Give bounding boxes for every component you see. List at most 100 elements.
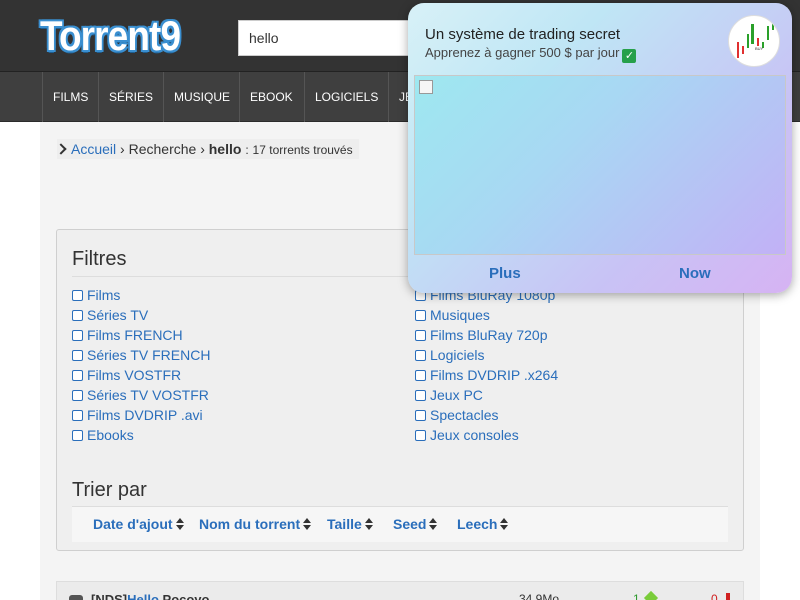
filter-option[interactable]: Films VOSTFR	[72, 366, 181, 384]
filter-option[interactable]: Jeux consoles	[415, 426, 519, 444]
filter-option[interactable]: Films DVDRIP .x264	[415, 366, 558, 384]
filter-option[interactable]: Spectacles	[415, 406, 498, 424]
sort-icon	[364, 518, 373, 530]
sort-label: Leech	[457, 516, 498, 532]
filter-label: Films VOSTFR	[87, 367, 182, 383]
checkbox-icon[interactable]	[415, 310, 426, 321]
breadcrumb-query: hello	[208, 141, 242, 157]
filter-label: Films DVDRIP .x264	[430, 367, 559, 383]
ad-now-button[interactable]: Now	[679, 265, 711, 282]
filter-option[interactable]: Films FRENCH	[72, 326, 183, 344]
filter-label: Musiques	[430, 307, 490, 323]
ad-popup[interactable]: Un système de trading secret Apprenez à …	[408, 3, 792, 293]
sort-bar: Date d'ajout Nom du torrent Taille Seed …	[72, 506, 728, 542]
ad-subtitle-text: Apprenez à gagner 500 $ par jour	[425, 45, 620, 60]
filter-option[interactable]: Logiciels	[415, 346, 484, 364]
filter-label: Logiciels	[430, 347, 485, 363]
sort-seed-button[interactable]: Seed	[393, 516, 438, 532]
breadcrumb-home-link[interactable]: Accueil	[71, 141, 116, 157]
breadcrumb-separator: ›	[120, 141, 125, 157]
checkbox-icon[interactable]	[72, 390, 83, 401]
filter-label: Films DVDRIP .avi	[87, 407, 203, 423]
seed-count: 1	[633, 592, 640, 600]
sort-icon	[500, 518, 509, 530]
filter-label: Séries TV	[87, 307, 149, 323]
chevron-right-icon	[55, 143, 67, 155]
site-logo[interactable]: Torrent9	[40, 12, 181, 60]
breadcrumb-current: Recherche	[128, 141, 197, 157]
torrent-size: 34.9Mo	[519, 592, 560, 600]
filter-label: Séries TV FRENCH	[87, 347, 211, 363]
torrent-prefix: [NDS]	[91, 592, 128, 600]
ad-thumbnail[interactable]: BUY	[728, 15, 780, 67]
checkbox-icon[interactable]	[72, 350, 83, 361]
sort-label: Seed	[393, 516, 427, 532]
checkbox-icon[interactable]	[72, 290, 83, 301]
filter-option[interactable]: Ebooks	[72, 426, 134, 444]
sort-leech-button[interactable]: Leech	[457, 516, 509, 532]
filter-label: Jeux PC	[430, 387, 483, 403]
nav-item-films[interactable]: FILMS	[42, 72, 98, 122]
trading-chart-icon: BUY	[737, 20, 774, 58]
filter-option[interactable]: Séries TV VOSTFR	[72, 386, 209, 404]
filter-label: Films BluRay 720p	[430, 327, 548, 343]
sort-icon	[175, 518, 184, 530]
checkbox-icon[interactable]	[72, 370, 83, 381]
sort-size-button[interactable]: Taille	[327, 516, 373, 532]
breadcrumb-separator: ›	[200, 141, 205, 157]
checkbox-icon[interactable]	[415, 430, 426, 441]
filter-label: Ebooks	[87, 427, 134, 443]
sort-date-button[interactable]: Date d'ajout	[93, 516, 184, 532]
filter-option[interactable]: Séries TV	[72, 306, 148, 324]
torrent-suffix: Pocoyo	[158, 592, 210, 600]
torrent-name-link[interactable]: [NDS]Hello Pocoyo	[91, 592, 209, 600]
filter-option[interactable]: Jeux PC	[415, 386, 483, 404]
filter-option[interactable]: Musiques	[415, 306, 490, 324]
filter-option[interactable]: Séries TV FRENCH	[72, 346, 210, 364]
ad-more-button[interactable]: Plus	[489, 265, 521, 282]
sort-title: Trier par	[72, 479, 147, 501]
checkbox-icon[interactable]	[72, 330, 83, 341]
breadcrumb-colon: :	[245, 143, 249, 157]
filter-label: Films	[87, 287, 121, 303]
torrent-highlight: Hello	[127, 592, 159, 600]
gamepad-icon	[69, 595, 83, 600]
checkbox-icon[interactable]	[415, 410, 426, 421]
sort-icon	[303, 518, 312, 530]
filter-option[interactable]: Films DVDRIP .avi	[72, 406, 203, 424]
ad-thumb-label: BUY	[755, 46, 764, 51]
broken-image-icon	[419, 80, 433, 94]
results-count: 17 torrents trouvés	[252, 143, 353, 157]
checkbox-icon[interactable]	[415, 370, 426, 381]
nav-item-musique[interactable]: MUSIQUE	[163, 72, 240, 122]
checkbox-icon[interactable]	[415, 350, 426, 361]
checkbox-icon[interactable]	[72, 430, 83, 441]
checkbox-icon[interactable]	[72, 310, 83, 321]
sort-name-button[interactable]: Nom du torrent	[199, 516, 312, 532]
filter-label: Jeux consoles	[430, 427, 519, 443]
filter-option[interactable]: Films	[72, 286, 120, 304]
checkbox-icon[interactable]	[415, 390, 426, 401]
ad-image[interactable]	[414, 75, 786, 255]
nav-item-logiciels[interactable]: LOGICIELS	[304, 72, 388, 122]
filter-label: Séries TV VOSTFR	[87, 387, 209, 403]
checkbox-icon[interactable]	[415, 330, 426, 341]
leech-count: 0	[711, 592, 718, 600]
seed-icon	[643, 590, 658, 600]
sort-label: Nom du torrent	[199, 516, 301, 532]
filter-label: Spectacles	[430, 407, 499, 423]
checkbox-icon[interactable]	[72, 410, 83, 421]
nav-item-series[interactable]: SÉRIES	[98, 72, 163, 122]
filter-option[interactable]: Films BluRay 720p	[415, 326, 548, 344]
nav-item-ebook[interactable]: EBOOK	[239, 72, 303, 122]
ad-subtitle: Apprenez à gagner 500 $ par jour ✓	[425, 45, 637, 63]
sort-label: Date d'ajout	[93, 516, 173, 532]
torrent-leech: 0	[711, 592, 730, 600]
ad-title[interactable]: Un système de trading secret	[425, 26, 620, 43]
filters-title: Filtres	[72, 248, 127, 270]
table-row[interactable]: [NDS]Hello Pocoyo 34.9Mo 1 0	[56, 581, 744, 600]
filter-label: Films FRENCH	[87, 327, 183, 343]
sort-label: Taille	[327, 516, 362, 532]
check-icon: ✓	[622, 49, 637, 63]
torrent-seed: 1	[633, 590, 658, 600]
